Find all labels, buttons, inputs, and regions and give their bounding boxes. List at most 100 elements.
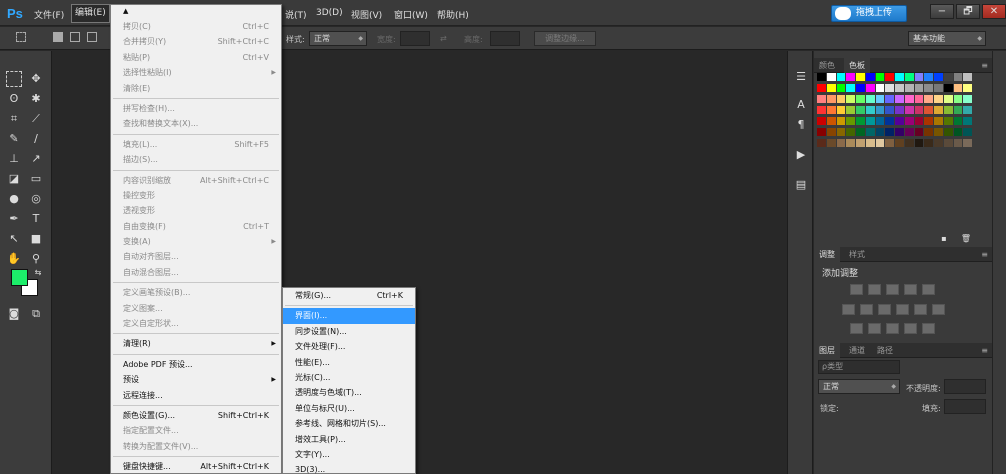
fill-field[interactable] (944, 399, 986, 414)
menu-item[interactable]: 转换为配置文件(V)... (111, 439, 281, 454)
color-swatch[interactable] (836, 73, 846, 81)
new-selection-icon[interactable] (53, 32, 63, 42)
color-swatch[interactable] (885, 139, 894, 147)
new-swatch-icon[interactable]: ▪ (936, 231, 952, 247)
menu-item[interactable]: 选择性粘贴(I) ▶ (111, 65, 281, 80)
eraser-tool-icon[interactable]: ◪ (6, 171, 22, 187)
color-swatch[interactable] (895, 117, 904, 125)
color-swatch[interactable] (856, 95, 865, 103)
color-swatch[interactable] (885, 117, 894, 125)
menu-item[interactable]: 清理(R) ▶ (111, 336, 281, 351)
menu-item[interactable]: 查找和替换文本(X)... (111, 116, 281, 131)
scroll-up-icon[interactable]: ▲ (111, 5, 281, 19)
color-swatch[interactable] (904, 117, 914, 125)
color-swatch[interactable] (875, 84, 885, 92)
clone-stamp-tool-icon[interactable]: ⊥ (6, 151, 22, 167)
photo-filter-icon[interactable] (896, 304, 909, 315)
color-swatch[interactable] (865, 73, 875, 81)
color-swatch[interactable] (934, 73, 943, 81)
color-swatch[interactable] (817, 95, 826, 103)
color-swatch[interactable] (924, 73, 933, 81)
menu-item[interactable]: 合并拷贝(Y) Shift+Ctrl+C (111, 34, 281, 49)
invert-icon[interactable] (850, 323, 863, 334)
brush-tool-icon[interactable]: ∕ (28, 131, 44, 147)
quick-mask-icon[interactable]: ◙ (6, 306, 22, 322)
blur-tool-icon[interactable]: ● (6, 191, 22, 207)
menu-item[interactable]: 性能(E)... (283, 355, 415, 370)
color-swatch[interactable] (817, 128, 826, 136)
color-swatch[interactable] (836, 117, 846, 125)
refine-edge-button[interactable]: 调整边缘... (534, 31, 596, 46)
menu-item[interactable]: 变换(A) ▶ (111, 234, 281, 249)
color-swatch[interactable] (875, 139, 885, 147)
color-swatch[interactable] (943, 95, 953, 103)
menu-item[interactable]: 内容识别缩放 Alt+Shift+Ctrl+C (111, 173, 281, 188)
menu-window[interactable]: 窗口(W) (394, 8, 428, 21)
color-swatch[interactable] (875, 95, 885, 103)
color-swatch[interactable] (865, 84, 875, 92)
color-swatch[interactable] (846, 73, 855, 81)
color-swatch[interactable] (914, 128, 924, 136)
color-swatch[interactable] (817, 117, 826, 125)
hand-tool-icon[interactable]: ✋ (6, 251, 22, 267)
style-select[interactable]: 正常 (309, 31, 367, 46)
right-scrollbar[interactable] (992, 51, 1006, 474)
menu-item[interactable]: 单位与标尺(U)... (283, 401, 415, 416)
gradient-map-icon[interactable] (904, 323, 917, 334)
menu-item[interactable]: 同步设置(N)... (283, 324, 415, 339)
color-swatch[interactable] (865, 95, 875, 103)
pen-tool-icon[interactable]: ✒ (6, 211, 22, 227)
color-swatch[interactable] (826, 128, 836, 136)
menu-item[interactable]: 颜色设置(G)... Shift+Ctrl+K (111, 408, 281, 423)
color-swatch[interactable] (885, 128, 894, 136)
color-swatch[interactable] (875, 73, 885, 81)
color-swatch[interactable] (885, 73, 894, 81)
color-swatch[interactable] (856, 84, 865, 92)
color-swatch[interactable] (836, 84, 846, 92)
color-swatch[interactable] (865, 106, 875, 114)
color-swatch[interactable] (943, 84, 953, 92)
menu-edit[interactable]: 编辑(E) (71, 4, 110, 23)
menu-item[interactable]: Adobe PDF 预设... (111, 357, 281, 372)
color-swatch[interactable] (895, 106, 904, 114)
opacity-field[interactable] (944, 379, 986, 394)
menu-item[interactable]: 定义画笔预设(B)... (111, 285, 281, 300)
color-swatch[interactable] (846, 117, 855, 125)
menu-item[interactable]: 文字(Y)... (283, 447, 415, 462)
color-swatch[interactable] (817, 84, 826, 92)
color-swatch[interactable] (836, 106, 846, 114)
menu-item[interactable]: 参考线、网格和切片(S)... (283, 416, 415, 431)
properties-panel-icon[interactable]: ▤ (793, 177, 809, 193)
menu-item[interactable]: 描边(S)... (111, 152, 281, 167)
color-swatch[interactable] (934, 106, 943, 114)
upload-button[interactable]: 拖拽上传 (831, 5, 907, 22)
tab-color[interactable]: 颜色 (814, 58, 840, 73)
add-selection-icon[interactable] (70, 32, 80, 42)
color-swatch[interactable] (953, 106, 963, 114)
selective-color-icon[interactable] (922, 323, 935, 334)
channel-mixer-icon[interactable] (914, 304, 927, 315)
swap-colors-icon[interactable]: ⇆ (30, 265, 46, 281)
color-swatch[interactable] (826, 117, 836, 125)
color-swatch[interactable] (865, 139, 875, 147)
menu-item[interactable]: 指定配置文件... (111, 423, 281, 438)
color-swatch[interactable] (904, 106, 914, 114)
color-swatch[interactable] (856, 139, 865, 147)
color-swatch[interactable] (846, 139, 855, 147)
brightness-icon[interactable] (850, 284, 863, 295)
color-swatch[interactable] (904, 73, 914, 81)
color-swatch[interactable] (885, 95, 894, 103)
panel-menu-icon[interactable]: ≡ (981, 343, 988, 358)
color-swatch[interactable] (934, 128, 943, 136)
color-swatch[interactable] (963, 84, 972, 92)
color-swatch[interactable] (914, 117, 924, 125)
history-panel-icon[interactable]: ☰ (793, 69, 809, 85)
tab-swatches[interactable]: 色板 (844, 58, 870, 73)
color-swatch[interactable] (846, 128, 855, 136)
color-swatch[interactable] (865, 117, 875, 125)
menu-item[interactable]: 3D(3)... (283, 462, 415, 474)
color-swatch[interactable] (914, 84, 924, 92)
gradient-tool-icon[interactable]: ▭ (28, 171, 44, 187)
delete-swatch-icon[interactable]: 🗑 (958, 231, 974, 247)
color-lookup-icon[interactable] (932, 304, 945, 315)
